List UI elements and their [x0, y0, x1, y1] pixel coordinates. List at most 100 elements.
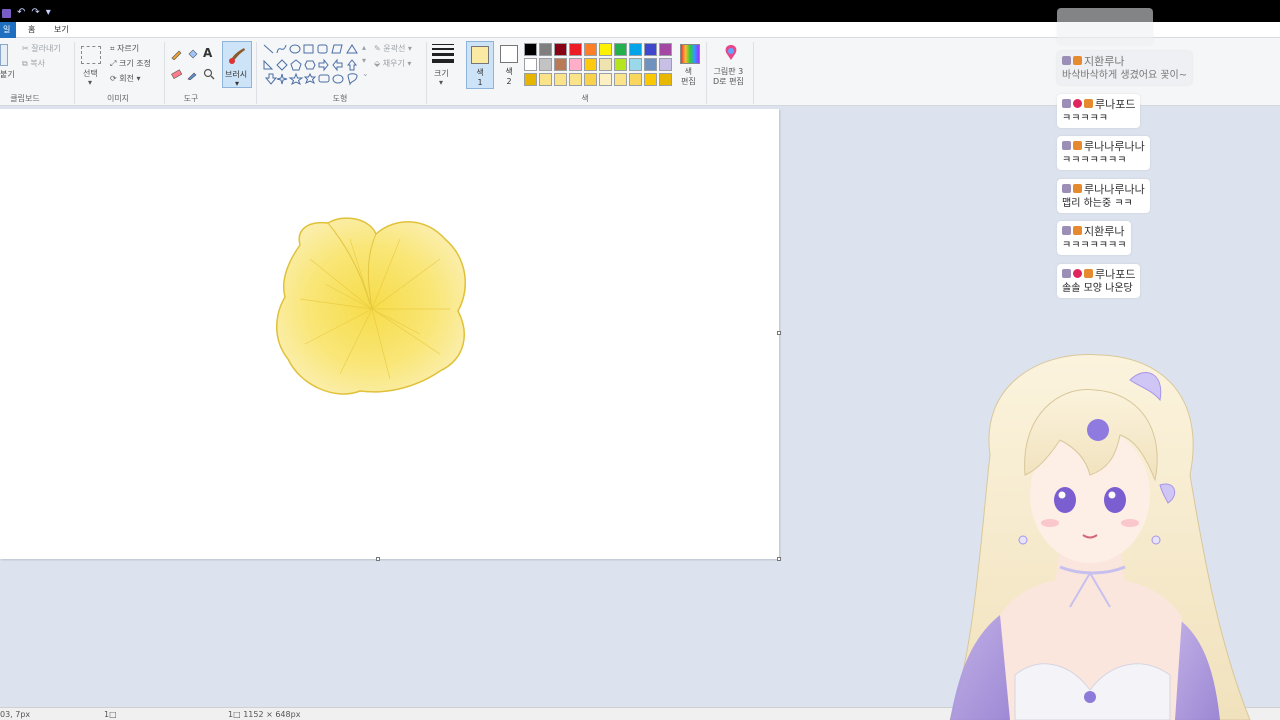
- edit-colors-button[interactable]: 색 편집: [681, 67, 696, 87]
- chat-message: 루나나루나나 맵리 하는중 ㅋㅋ: [1057, 179, 1150, 213]
- palette-swatch[interactable]: [554, 58, 567, 71]
- palette-swatch[interactable]: [554, 73, 567, 86]
- palette-swatch[interactable]: [599, 58, 612, 71]
- palette-swatch[interactable]: [524, 73, 537, 86]
- paint-app-icon: [2, 8, 11, 18]
- copy-button[interactable]: ⧉ 복사: [22, 58, 45, 69]
- palette-swatch[interactable]: [629, 73, 642, 86]
- select-icon[interactable]: [81, 46, 101, 64]
- resize-handle-corner[interactable]: [777, 557, 781, 561]
- palette-swatch[interactable]: [659, 58, 672, 71]
- tab-view[interactable]: 보기: [48, 22, 75, 38]
- resize-handle-right[interactable]: [777, 331, 781, 335]
- palette-swatch[interactable]: [584, 58, 597, 71]
- magnifier-icon[interactable]: [203, 68, 215, 80]
- paint3d-icon[interactable]: [722, 43, 740, 63]
- brushes-chevron-icon: ▾: [235, 79, 240, 88]
- chat-username: 루나포드: [1095, 97, 1136, 111]
- palette-swatch[interactable]: [614, 58, 627, 71]
- resize-handle-bottom[interactable]: [376, 557, 380, 561]
- palette-swatch[interactable]: [539, 58, 552, 71]
- paste-button[interactable]: 붙기: [0, 69, 15, 80]
- car-badge-icon: [1084, 269, 1093, 278]
- cut-button[interactable]: ✂ 잘라내기: [22, 43, 61, 54]
- shapes-expand-icon[interactable]: ⌄: [362, 69, 369, 78]
- chat-message: 루나나루나나 ㅋㅋㅋㅋㅋㅋㅋ: [1057, 136, 1150, 170]
- chat-message-hidden: [1057, 8, 1153, 45]
- palette-swatch[interactable]: [554, 43, 567, 56]
- palette-swatch[interactable]: [644, 43, 657, 56]
- size-icon[interactable]: [432, 44, 454, 63]
- edit-with-paint3d-button[interactable]: 그림판 3 D로 편집: [713, 67, 744, 87]
- subscriber-badge-icon: [1062, 141, 1071, 150]
- color1-swatch: [471, 46, 489, 64]
- palette-swatch[interactable]: [629, 43, 642, 56]
- palette-swatch[interactable]: [644, 58, 657, 71]
- chat-text: ㅋㅋㅋㅋㅋㅋㅋ: [1062, 155, 1127, 166]
- chat-text: 솔솔 모양 나온당: [1062, 283, 1133, 294]
- palette-swatch[interactable]: [614, 73, 627, 86]
- redo-icon[interactable]: ↷: [31, 8, 39, 18]
- palette-swatch[interactable]: [569, 73, 582, 86]
- tab-file[interactable]: 일: [0, 22, 16, 38]
- chat-username: 루나포드: [1095, 267, 1136, 281]
- shapes-scroll-down-icon[interactable]: ▾: [362, 56, 366, 65]
- edit-colors-icon[interactable]: [680, 44, 700, 64]
- subscriber-badge-icon: [1062, 184, 1071, 193]
- palette-swatch[interactable]: [599, 43, 612, 56]
- drawing-canvas[interactable]: [0, 109, 781, 561]
- palette-swatch[interactable]: [659, 73, 672, 86]
- palette-swatch[interactable]: [614, 43, 627, 56]
- palette-swatch[interactable]: [629, 58, 642, 71]
- chat-user: 루나나루나나: [1062, 182, 1145, 196]
- palette-swatch[interactable]: [644, 73, 657, 86]
- palette-swatch[interactable]: [524, 58, 537, 71]
- fill-button[interactable]: ⬙ 채우기 ▾: [374, 58, 411, 69]
- copy-label: 복사: [30, 59, 45, 68]
- outline-label: 윤곽선 ▾: [383, 44, 412, 53]
- palette-swatch[interactable]: [599, 73, 612, 86]
- palette-swatch[interactable]: [569, 43, 582, 56]
- shapes-scroll-up-icon[interactable]: ▴: [362, 43, 366, 52]
- palette-swatch[interactable]: [539, 73, 552, 86]
- palette-swatch[interactable]: [584, 73, 597, 86]
- fill-bucket-icon[interactable]: [186, 48, 198, 60]
- eraser-icon[interactable]: [170, 68, 182, 80]
- cursor-position: 03, 7px: [0, 710, 31, 719]
- select-dropdown-chevron-icon[interactable]: ▾: [88, 78, 92, 87]
- color1-label: 색 1: [476, 68, 484, 87]
- ribbon-divider: [706, 42, 707, 104]
- shapes-gallery[interactable]: [262, 43, 368, 87]
- chat-text: 바삭바삭하게 생겼어요 꽃이~: [1062, 70, 1188, 81]
- undo-icon[interactable]: ↶: [17, 8, 25, 18]
- color2-button[interactable]: 색 2: [496, 41, 524, 89]
- rotate-label: 회전 ▾: [119, 74, 141, 83]
- color2-label: 색 2: [505, 67, 513, 86]
- car-badge-icon: [1073, 141, 1082, 150]
- group-label-clipboard: 클립보드: [10, 94, 40, 103]
- resize-button[interactable]: ⤢ 크기 조정: [110, 58, 151, 69]
- rotate-button[interactable]: ⟳ 회전 ▾: [110, 73, 141, 84]
- crop-button[interactable]: ⌗ 자르기: [110, 43, 139, 54]
- paste-icon[interactable]: [0, 44, 8, 66]
- flower-drawing: [276, 217, 466, 395]
- pencil-icon[interactable]: [170, 48, 182, 60]
- color1-button[interactable]: 색 1: [466, 41, 494, 89]
- palette-swatch[interactable]: [584, 43, 597, 56]
- color-picker-icon[interactable]: [186, 68, 198, 80]
- group-label-image: 이미지: [106, 94, 130, 103]
- brushes-button[interactable]: 브러시 ▾: [222, 41, 252, 88]
- chat-username: 루나나루나나: [1084, 182, 1145, 196]
- tab-home[interactable]: 홈: [22, 22, 41, 38]
- chat-text: ㅋㅋㅋㅋㅋㅋㅋ: [1062, 240, 1127, 251]
- customize-toolbar-icon[interactable]: ▾: [46, 8, 51, 18]
- palette-swatch[interactable]: [524, 43, 537, 56]
- outline-button[interactable]: ✎ 윤곽선 ▾: [374, 43, 412, 54]
- palette-swatch[interactable]: [659, 43, 672, 56]
- size-chevron-icon[interactable]: ▾: [439, 78, 443, 87]
- text-tool-icon[interactable]: A: [203, 46, 212, 60]
- ribbon-divider: [753, 42, 754, 104]
- palette-swatch[interactable]: [539, 43, 552, 56]
- cut-label: 잘라내기: [31, 44, 61, 53]
- palette-swatch[interactable]: [569, 58, 582, 71]
